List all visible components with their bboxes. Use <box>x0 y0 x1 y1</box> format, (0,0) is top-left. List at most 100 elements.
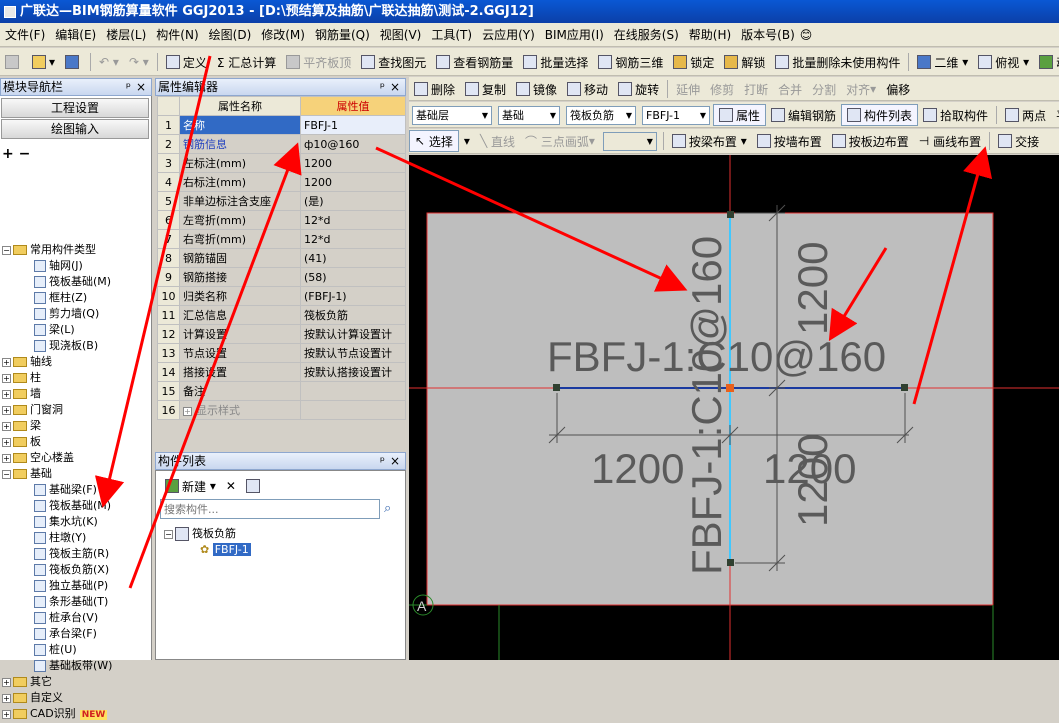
layer-select[interactable]: 基础层 ▼ <box>412 105 492 125</box>
menu-edit[interactable]: 编辑(E) <box>50 23 101 46</box>
property-value[interactable]: 12*d <box>300 210 406 230</box>
menu-help[interactable]: 帮助(H) <box>684 23 736 46</box>
tree-folder[interactable]: + 门窗洞 <box>2 402 63 418</box>
offset-button[interactable]: 偏移 <box>881 78 915 100</box>
expand-icon[interactable]: + <box>2 357 11 367</box>
tree-item[interactable]: 条形基础(T) <box>34 594 108 610</box>
property-row[interactable]: 1 名称 FBFJ-1 <box>157 115 406 135</box>
tree-item[interactable]: 现浇板(B) <box>34 338 98 354</box>
tree-item[interactable]: 筏板基础(M) <box>34 274 111 290</box>
tree-item[interactable]: 筏板基础(M) <box>34 498 111 514</box>
menu-file[interactable]: 文件(F) <box>0 23 50 46</box>
trim-button[interactable]: 修剪 <box>705 78 739 100</box>
two-points-button[interactable]: 两点 <box>1000 104 1051 126</box>
tree-folder[interactable]: + 墙 <box>2 386 41 402</box>
property-value[interactable]: FBFJ-1 <box>300 115 406 135</box>
menu-floor[interactable]: 楼层(L) <box>101 23 151 46</box>
tree-folder[interactable]: + CAD识别 NEW <box>2 706 108 722</box>
tree-item[interactable]: 框柱(Z) <box>34 290 87 306</box>
search-icon[interactable]: ⌕ <box>384 501 391 516</box>
flat-top-button[interactable]: 平齐板顶 <box>281 51 356 73</box>
expand-icon[interactable]: + <box>2 693 11 703</box>
property-row[interactable]: 13 节点设置 按默认节点设置计 <box>157 343 406 363</box>
tree-folder[interactable]: + 空心楼盖 <box>2 450 74 466</box>
tree-folder[interactable]: − 基础 <box>2 466 52 482</box>
undo-button[interactable]: ↶ ▾ <box>94 51 124 73</box>
tree-item[interactable]: 基础梁(F) <box>34 482 97 498</box>
save-button[interactable] <box>60 51 87 73</box>
edit-rebar-button[interactable]: 编辑钢筋 <box>766 104 841 126</box>
open-button[interactable]: ▾ <box>27 51 60 73</box>
arc-button[interactable]: ⌒ 三点画弧 ▾ <box>520 130 600 152</box>
category-select[interactable]: 基础 ▼ <box>498 105 560 125</box>
dynamic-view-button[interactable]: 动 <box>1034 51 1059 73</box>
menu-modify[interactable]: 修改(M) <box>256 23 310 46</box>
property-row[interactable]: 9 钢筋搭接 (58) <box>157 267 406 287</box>
expand-icon[interactable]: + <box>2 389 11 399</box>
close-icon[interactable]: × <box>390 79 400 95</box>
property-value[interactable] <box>300 381 406 401</box>
view-mode-dropdown[interactable]: 俯视 ▾ <box>973 51 1034 73</box>
batch-select-button[interactable]: 批量选择 <box>518 51 593 73</box>
tree-folder[interactable]: − 常用构件类型 <box>2 242 96 258</box>
complist-item-row[interactable]: ✿ FBFJ-1 <box>200 543 251 556</box>
batch-delete-button[interactable]: 批量删除未使用构件 <box>770 51 905 73</box>
property-row[interactable]: 7 右弯折(mm) 12*d <box>157 229 406 249</box>
extend-button[interactable]: 延伸 <box>671 78 705 100</box>
element-select[interactable]: FBFJ-1 ▼ <box>642 105 710 125</box>
menu-bim[interactable]: BIM应用(I) <box>540 23 609 46</box>
component-search-input[interactable] <box>160 499 380 519</box>
drawing-canvas[interactable]: FBFJ-1:C10@160 FBFJ-1:C10@160 1200 1200 … <box>409 155 1059 660</box>
split-button[interactable]: 分割 <box>807 78 841 100</box>
tree-folder[interactable]: + 柱 <box>2 370 41 386</box>
expand-icon[interactable]: + <box>2 437 11 447</box>
property-value[interactable]: (58) <box>300 267 406 287</box>
tree-folder[interactable]: + 轴线 <box>2 354 52 370</box>
close-icon[interactable]: × <box>136 79 146 95</box>
property-value[interactable]: (是) <box>300 191 406 211</box>
tree-item[interactable]: 剪力墙(Q) <box>34 306 99 322</box>
expand-icon[interactable]: + <box>2 373 11 383</box>
expand-icon[interactable]: + <box>183 406 192 416</box>
collapse-icon[interactable]: − <box>164 529 173 539</box>
tree-folder[interactable]: + 板 <box>2 434 41 450</box>
property-row[interactable]: 12 计算设置 按默认计算设置计 <box>157 324 406 344</box>
property-value[interactable]: ф10@160 <box>300 134 406 154</box>
tree-folder[interactable]: + 其它 <box>2 674 52 690</box>
property-value[interactable]: 按默认计算设置计 <box>300 324 406 344</box>
tree-item[interactable]: 集水坑(K) <box>34 514 98 530</box>
property-value[interactable]: (FBFJ-1) <box>300 286 406 306</box>
break-button[interactable]: 打断 <box>739 78 773 100</box>
drawing-svg[interactable]: FBFJ-1:C10@160 FBFJ-1:C10@160 1200 1200 … <box>409 155 1059 660</box>
property-value[interactable] <box>300 400 406 420</box>
menu-draw[interactable]: 绘图(D) <box>204 23 257 46</box>
type-select[interactable]: 筏板负筋 ▼ <box>566 105 636 125</box>
expand-collapse-all[interactable]: + − <box>2 146 30 162</box>
tree-item[interactable]: 筏板主筋(R) <box>34 546 109 562</box>
property-row[interactable]: 3 左标注(mm) 1200 <box>157 153 406 173</box>
drawing-input-button[interactable]: 绘图输入 <box>1 119 149 139</box>
view-rebar-button[interactable]: 查看钢筋量 <box>431 51 518 73</box>
tree-item[interactable]: 筏板负筋(X) <box>34 562 109 578</box>
pin-icon[interactable]: ᵖ <box>126 79 131 95</box>
grip-point[interactable] <box>727 211 734 218</box>
property-row[interactable]: 14 搭接设置 按默认搭接设置计 <box>157 362 406 382</box>
property-row[interactable]: 8 钢筋锚固 (41) <box>157 248 406 268</box>
property-value[interactable]: 1200 <box>300 172 406 192</box>
pin-icon[interactable]: ᵖ <box>380 79 385 95</box>
tree-item[interactable]: 柱墩(Y) <box>34 530 86 546</box>
redo-button[interactable]: ↷ ▾ <box>124 51 154 73</box>
select-button[interactable]: ↖ 选择 <box>409 130 459 152</box>
delete-component-button[interactable]: ✕ <box>221 475 241 497</box>
menu-tools[interactable]: 工具(T) <box>426 23 477 46</box>
rotate-button[interactable]: 旋转 <box>613 78 664 100</box>
grip-point[interactable] <box>553 384 560 391</box>
by-wall-button[interactable]: 按墙布置 <box>752 130 827 152</box>
component-list-button[interactable]: 构件列表 <box>841 104 919 126</box>
property-row[interactable]: 11 汇总信息 筏板负筋 <box>157 305 406 325</box>
project-settings-button[interactable]: 工程设置 <box>1 98 149 118</box>
find-element-button[interactable]: 查找图元 <box>356 51 431 73</box>
tree-folder[interactable]: + 自定义 <box>2 690 63 706</box>
align-button[interactable]: 对齐 ▾ <box>841 78 881 100</box>
tree-item[interactable]: 桩承台(V) <box>34 610 98 626</box>
